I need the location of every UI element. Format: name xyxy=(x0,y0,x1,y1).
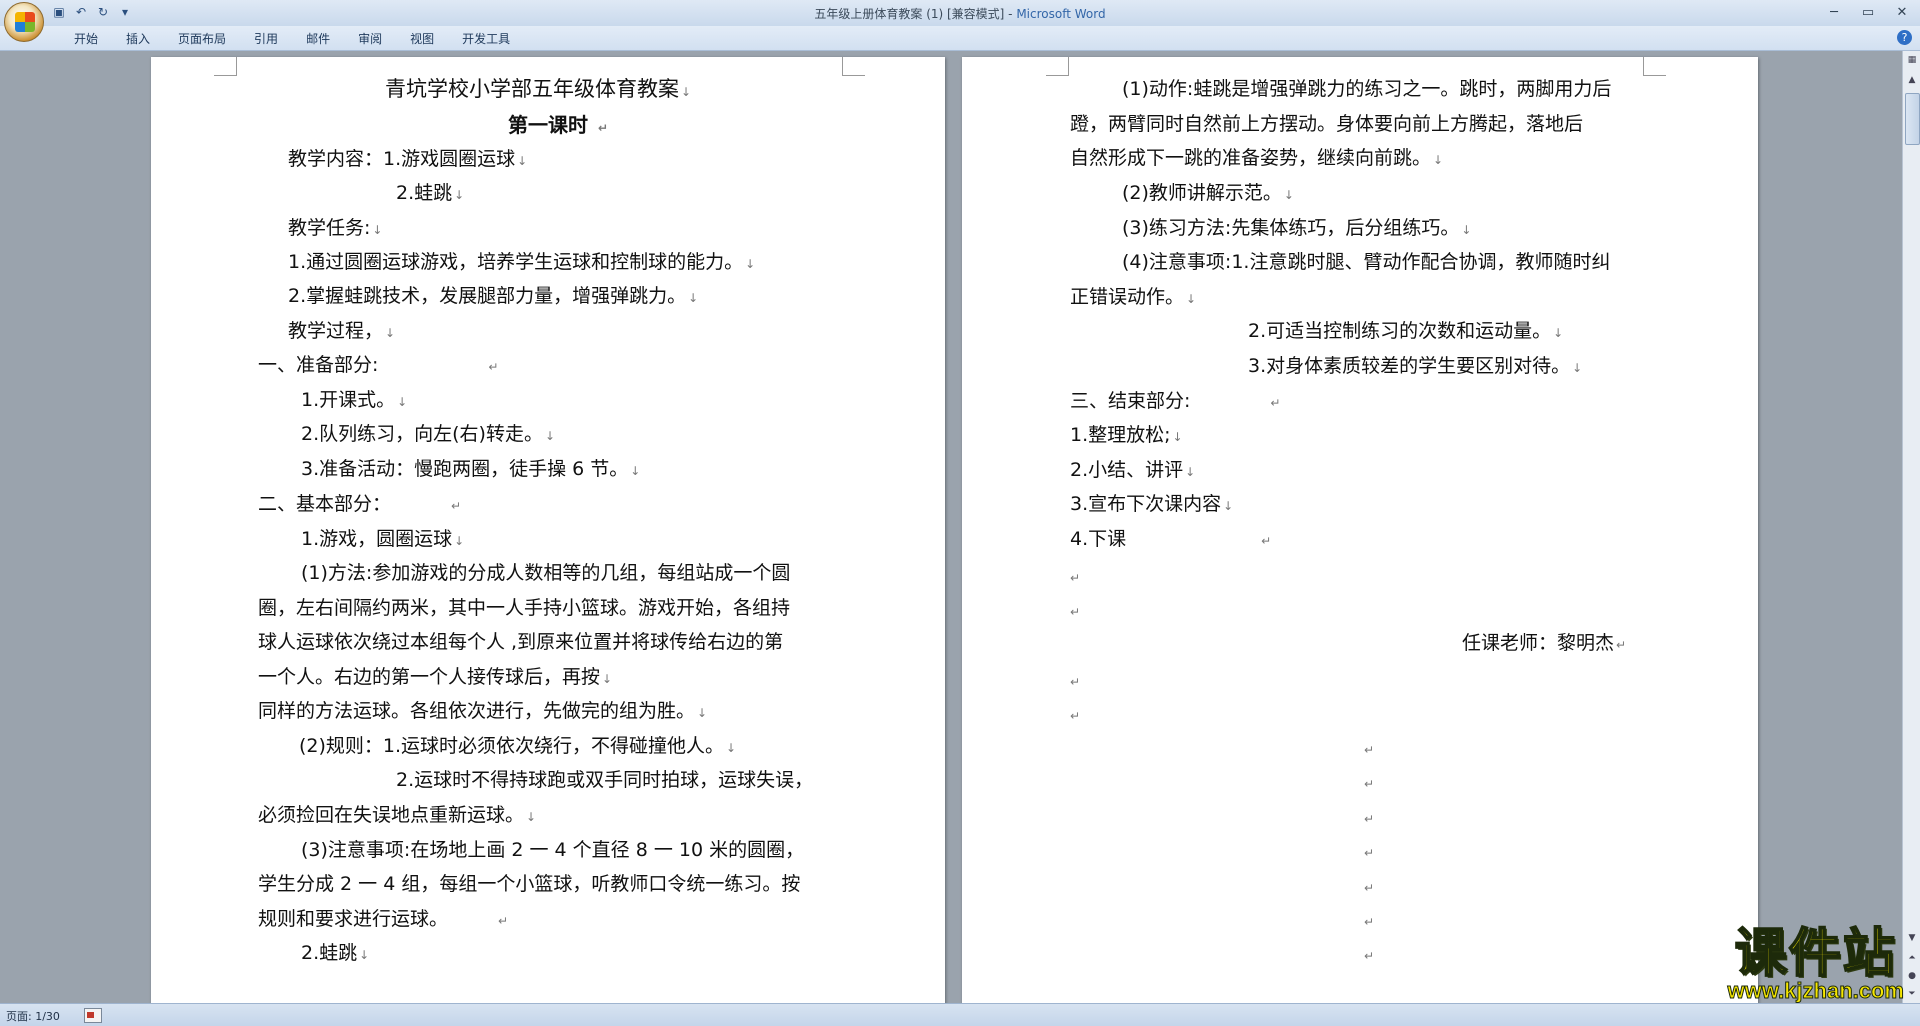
crop-mark xyxy=(214,57,237,76)
doc-line: 1.开课式。 ↓ xyxy=(301,389,408,411)
office-button[interactable] xyxy=(4,2,44,42)
window-controls: ─ ▭ ✕ xyxy=(1822,3,1914,21)
doc-line: (1)方法:参加游戏的分成人数相等的几组，每组站成一个圆 xyxy=(301,562,791,584)
doc-line: 3.宣布下次课内容 ↓ xyxy=(1070,493,1234,515)
next-page-icon[interactable]: ⏷ xyxy=(1905,987,1919,1001)
scroll-thumb[interactable] xyxy=(1905,93,1920,145)
paragraph-mark: ↵ xyxy=(1364,743,1375,757)
scroll-down-icon[interactable]: ▼ xyxy=(1905,931,1919,945)
ribbon: 开始 插入 页面布局 引用 邮件 审阅 视图 开发工具 ? xyxy=(0,26,1920,51)
doc-line: 必须捡回在失误地点重新运球。 ↓ xyxy=(258,804,537,826)
doc-line: 圈，左右间隔约两米，其中一人手持小篮球。游戏开始，各组持 xyxy=(258,597,791,619)
doc-line: 一个人。右边的第一个人接传球后，再按 ↓ xyxy=(258,666,613,688)
status-bar: 页面: 1/30 xyxy=(0,1003,1920,1026)
doc-line: 教学任务: ↓ xyxy=(288,217,383,239)
section-heading: 二、基本部分： ↵ xyxy=(258,493,462,515)
window-title: 五年级上册体育教案 (1) [兼容模式] - Microsoft Word xyxy=(0,5,1920,22)
doc-line: 学生分成 2 一 4 组，每组一个小篮球，听教师口令统一练习。按 xyxy=(258,873,801,895)
office-logo-icon xyxy=(15,12,35,32)
help-icon[interactable]: ? xyxy=(1897,30,1912,45)
doc-line: 1.游戏，圆圈运球 ↓ xyxy=(301,528,465,550)
tab-view[interactable]: 视图 xyxy=(396,30,448,48)
tab-review[interactable]: 审阅 xyxy=(344,30,396,48)
doc-line: 正错误动作。 ↓ xyxy=(1070,286,1197,308)
page-left: 青坑学校小学部五年级体育教案 ↓ 第一课时 ↵ 教学内容：1.游戏圆圈运球 ↓ 2.蛙… xyxy=(151,57,945,1003)
paragraph-mark: ↵ xyxy=(1070,605,1081,619)
lesson-number: 第一课时 ↵ xyxy=(508,113,609,137)
doc-line: 2.蛙跳 ↓ xyxy=(396,182,465,204)
doc-line: 教学过程， ↓ xyxy=(288,320,396,342)
doc-line: 4.下课 ↵ xyxy=(1070,528,1272,550)
tab-mailings[interactable]: 邮件 xyxy=(292,30,344,48)
document-title: 五年级上册体育教案 (1) [兼容模式] - xyxy=(814,7,1017,21)
proofing-icon[interactable] xyxy=(84,1008,102,1023)
doc-line: 教学内容：1.游戏圆圈运球 ↓ xyxy=(288,148,528,170)
lesson-title: 青坑学校小学部五年级体育教案 ↓ xyxy=(385,77,692,101)
doc-line: 同样的方法运球。各组依次进行，先做完的组为胜。 ↓ xyxy=(258,700,708,722)
vertical-scrollbar[interactable]: ▦ ▲ ▼ ⏶ ● ⏷ xyxy=(1902,51,1920,1003)
doc-line: 球人运球依次绕过本组每个人 ,到原来位置并将球传给右边的第 xyxy=(258,631,784,653)
doc-line: 1.整理放松; ↓ xyxy=(1070,424,1183,446)
doc-line: 3.准备活动：慢跑两圈，徒手操 6 节。 ↓ xyxy=(301,458,641,480)
watermark-text: 课件站 xyxy=(1734,923,1897,984)
crop-mark xyxy=(842,57,865,76)
doc-line: 2.小结、讲评 ↓ xyxy=(1070,459,1196,481)
crop-mark xyxy=(1643,57,1666,76)
teacher-signature: 任课老师：黎明杰 ↵ xyxy=(1462,632,1627,654)
tab-developer[interactable]: 开发工具 xyxy=(448,30,524,48)
doc-line: 蹬，两臂同时自然前上方摆动。身体要向前上方腾起，落地后 xyxy=(1070,113,1584,135)
close-icon[interactable]: ✕ xyxy=(1890,3,1914,21)
title-bar: ▣ ↶ ↻ ▾ 五年级上册体育教案 (1) [兼容模式] - Microsoft… xyxy=(0,0,1920,42)
page-right: (1)动作:蛙跳是增强弹跳力的练习之一。跳时，两脚用力后 蹬，两臂同时自然前上方… xyxy=(962,57,1758,1003)
doc-line: 2.队列练习，向左(右)转走。 ↓ xyxy=(301,423,556,445)
document-area: 青坑学校小学部五年级体育教案 ↓ 第一课时 ↵ 教学内容：1.游戏圆圈运球 ↓ 2.蛙… xyxy=(0,51,1902,1003)
ribbon-tabs: 开始 插入 页面布局 引用 邮件 审阅 视图 开发工具 xyxy=(60,30,524,48)
doc-line: 3.对身体素质较差的学生要区别对待。 ↓ xyxy=(1248,355,1583,377)
paragraph-mark: ↵ xyxy=(1364,949,1375,963)
doc-line: 1.通过圆圈运球游戏，培养学生运球和控制球的能力。 ↓ xyxy=(288,251,756,273)
doc-line: 2.蛙跳 ↓ xyxy=(301,942,370,964)
paragraph-mark: ↵ xyxy=(1364,812,1375,826)
doc-line: 规则和要求进行运球。 ↵ xyxy=(258,908,509,930)
paragraph-mark: ↵ xyxy=(1070,709,1081,723)
paragraph-mark: ↵ xyxy=(1364,846,1375,860)
doc-line: 2.可适当控制练习的次数和运动量。 ↓ xyxy=(1248,320,1564,342)
doc-line: (1)动作:蛙跳是增强弹跳力的练习之一。跳时，两脚用力后 xyxy=(1122,78,1612,100)
maximize-icon[interactable]: ▭ xyxy=(1856,3,1880,21)
page-count[interactable]: 页面: 1/30 xyxy=(6,1008,60,1024)
doc-line: (3)练习方法:先集体练巧，后分组练巧。 ↓ xyxy=(1122,217,1472,239)
paragraph-mark: ↵ xyxy=(1364,777,1375,791)
doc-line: (3)注意事项:在场地上画 2 一 4 个直径 8 一 10 米的圆圈， xyxy=(301,839,805,861)
paragraph-mark: ↵ xyxy=(1070,675,1081,689)
crop-mark xyxy=(1046,57,1069,76)
doc-line: 自然形成下一跳的准备姿势，继续向前跳。 ↓ xyxy=(1070,147,1444,169)
paragraph-mark: ↵ xyxy=(1364,881,1375,895)
scroll-up-icon[interactable]: ▲ xyxy=(1905,73,1919,87)
section-heading: 三、结束部分: ↵ xyxy=(1070,390,1281,412)
select-browse-object-icon[interactable]: ● xyxy=(1905,969,1919,983)
watermark-logo: 课件站 www.kjzhan.com xyxy=(1727,923,1904,1004)
tab-references[interactable]: 引用 xyxy=(240,30,292,48)
doc-line: 2.掌握蛙跳技术，发展腿部力量，增强弹跳力。 ↓ xyxy=(288,285,699,307)
ruler-toggle-icon[interactable]: ▦ xyxy=(1905,53,1919,67)
doc-line: (4)注意事项:1.注意跳时腿、臂动作配合协调，教师随时纠 xyxy=(1122,251,1611,273)
paragraph-mark: ↵ xyxy=(1364,915,1375,929)
section-heading: 一、准备部分: ↵ xyxy=(258,354,499,376)
doc-line: 2.运球时不得持球跑或双手同时拍球，运球失误， xyxy=(396,769,814,791)
tab-page-layout[interactable]: 页面布局 xyxy=(164,30,240,48)
doc-line: (2)教师讲解示范。 ↓ xyxy=(1122,182,1294,204)
app-name: Microsoft Word xyxy=(1016,7,1106,21)
watermark-url: www.kjzhan.com xyxy=(1727,978,1904,1004)
previous-page-icon[interactable]: ⏶ xyxy=(1905,951,1919,965)
paragraph-mark: ↵ xyxy=(1070,571,1081,585)
tab-insert[interactable]: 插入 xyxy=(112,30,164,48)
minimize-icon[interactable]: ─ xyxy=(1822,3,1846,21)
doc-line: (2)规则：1.运球时必须依次绕行，不得碰撞他人。 ↓ xyxy=(299,735,737,757)
tab-home[interactable]: 开始 xyxy=(60,30,112,48)
